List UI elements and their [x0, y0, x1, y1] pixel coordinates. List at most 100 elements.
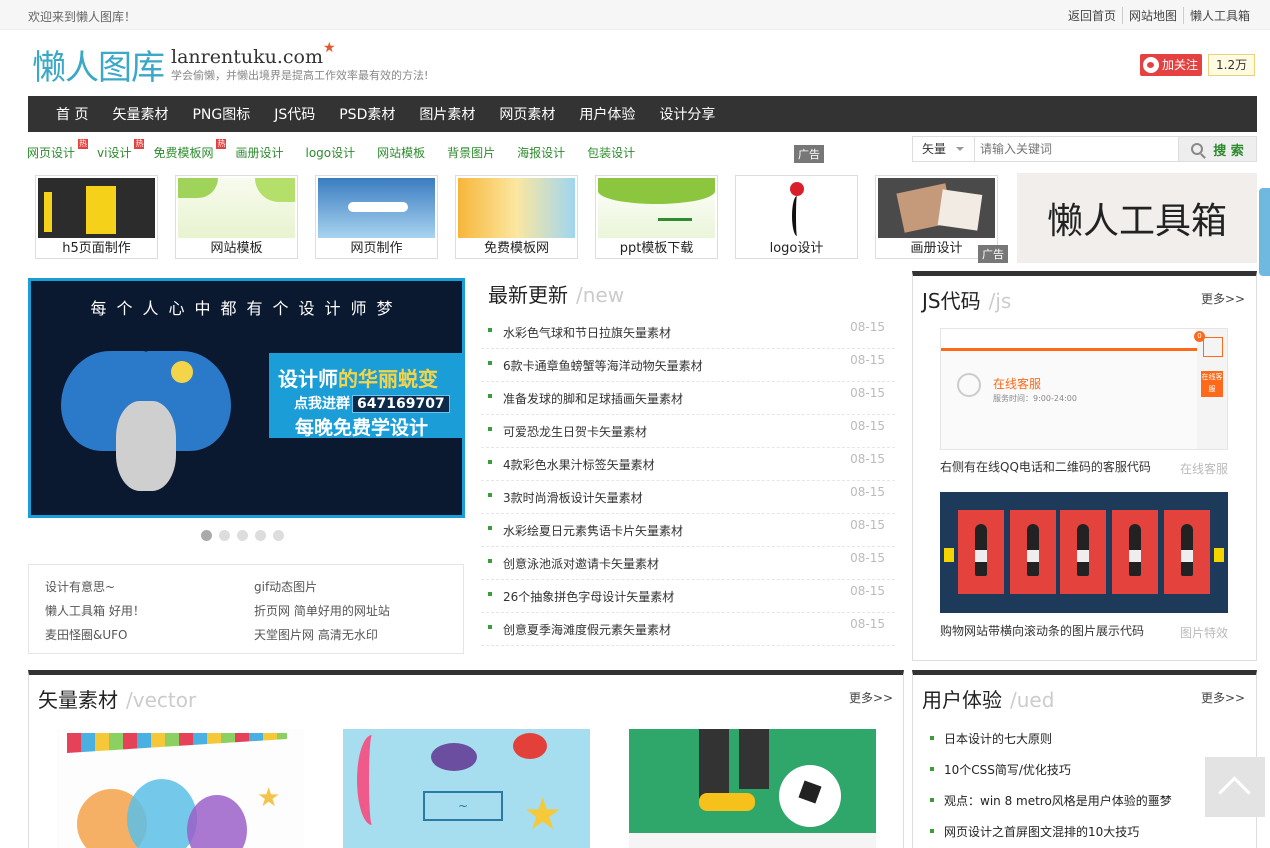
hot-link[interactable]: 海报设计 [517, 144, 565, 161]
list-item-date: 08-15 [850, 551, 885, 565]
list-item-title: 观点：win 8 metro风格是用户体验的噩梦 [944, 794, 1172, 808]
top-link-home[interactable]: 返回首页 [1062, 7, 1122, 24]
thumb-item[interactable]: ppt模板下载 [595, 175, 718, 259]
nav-item-vector[interactable]: 矢量素材 [112, 104, 168, 124]
list-item[interactable]: 创意泳池派对邀请卡矢量素材 08-15 [481, 547, 895, 580]
slider-dot[interactable] [219, 530, 230, 541]
nav-item-share[interactable]: 设计分享 [659, 104, 715, 124]
js-item-caption[interactable]: 购物网站带横向滚动条的图片展示代码 [940, 622, 1144, 639]
hot-link[interactable]: vi设计热 [97, 139, 145, 161]
js-more-link[interactable]: 更多>> [1201, 290, 1245, 307]
cart-badge: 0 [1194, 331, 1205, 342]
thumb-caption: 免费模板网 [483, 241, 549, 256]
js-item-tag[interactable]: 在线客服 [1180, 460, 1228, 477]
side-float-tab[interactable] [1259, 188, 1270, 276]
vector-thumb-balloons[interactable]: ★ [57, 729, 304, 848]
js-demo-image-wine[interactable] [940, 492, 1228, 613]
slider-title-em: 的华丽蜕变 [338, 367, 438, 391]
hot-link[interactable]: 包装设计 [587, 144, 635, 161]
list-item[interactable]: 可爱恐龙生日贺卡矢量素材 08-15 [481, 415, 895, 448]
featured-thumbs: h5页面制作 网站模板 网页制作 免费模板网 ppt模板下载 logo设计 画册… [35, 175, 1015, 259]
hot-link[interactable]: 网页设计热 [27, 139, 89, 161]
thumb-item[interactable]: h5页面制作 [35, 175, 158, 259]
hot-link[interactable]: 背景图片 [447, 144, 495, 161]
site-slogan: 学会偷懒，并懒出境界是提高工作效率最有效的方法! [171, 69, 429, 82]
friend-link[interactable]: 懒人工具箱 好用！ [45, 602, 145, 619]
nav-item-web[interactable]: 网页素材 [499, 104, 555, 124]
vector-more-link[interactable]: 更多>> [849, 689, 893, 706]
hot-link-label: 免费模板网 [153, 146, 214, 160]
list-item[interactable]: 水彩色气球和节日拉旗矢量素材 08-15 [481, 316, 895, 349]
ued-title-text: 用户体验 [922, 688, 1002, 712]
search-button[interactable]: 搜 索 [1178, 137, 1256, 161]
search-type-select[interactable]: 矢量 [913, 137, 975, 161]
back-to-top-button[interactable] [1205, 757, 1265, 817]
list-item[interactable]: 准备发球的脚和足球插画矢量素材 08-15 [481, 382, 895, 415]
thumb-item[interactable]: 网页制作 [315, 175, 438, 259]
slider-dot[interactable] [237, 530, 248, 541]
thumb-item[interactable]: 免费模板网 [455, 175, 578, 259]
toolbox-banner[interactable]: 懒人工具箱 [1017, 173, 1257, 263]
list-item[interactable]: 10个CSS简写/优化技巧 [930, 761, 1071, 778]
list-item[interactable]: 水彩绘夏日元素隽语卡片矢量素材 08-15 [481, 514, 895, 547]
search-input[interactable] [975, 138, 1178, 160]
hot-link[interactable]: logo设计 [305, 144, 355, 161]
site-logo[interactable]: 懒人图库 [32, 40, 165, 89]
demo-kefu-title: 在线客服 [993, 377, 1042, 391]
ued-more-link[interactable]: 更多>> [1201, 689, 1245, 706]
bullet-icon [488, 625, 492, 629]
list-item[interactable]: 6款卡通章鱼螃蟹等海洋动物矢量素材 08-15 [481, 349, 895, 382]
ad-tag: 广告 [978, 245, 1008, 263]
weibo-follow-button[interactable]: 加关注 [1140, 54, 1203, 76]
vector-title: 矢量素材/vector [38, 684, 196, 713]
weibo-follower-count: 1.2万 [1208, 54, 1256, 76]
friend-link[interactable]: gif动态图片 [254, 578, 317, 595]
top-link-toolbox[interactable]: 懒人工具箱 [1182, 7, 1256, 24]
hot-link[interactable]: 网站模板 [377, 144, 425, 161]
list-item-title: 水彩色气球和节日拉旗矢量素材 [503, 326, 672, 340]
hero-slider[interactable]: 每个人心中都有个设计师梦 设计师的华丽蜕变 点我进群 647169707 每晚免费… [28, 278, 465, 518]
vector-thumb-football[interactable] [629, 729, 876, 848]
list-item[interactable]: 4款彩色水果汁标签矢量素材 08-15 [481, 448, 895, 481]
top-link-sitemap[interactable]: 网站地图 [1121, 7, 1183, 24]
nav-item-psd[interactable]: PSD素材 [339, 104, 395, 124]
nav-item-png[interactable]: PNG图标 [192, 104, 250, 124]
list-item[interactable]: 3款时尚滑板设计矢量素材 08-15 [481, 481, 895, 514]
slider-dot[interactable] [273, 530, 284, 541]
js-item-caption[interactable]: 右侧有在线QQ电话和二维码的客服代码 [940, 458, 1151, 475]
cart-icon [1203, 337, 1223, 357]
slider-title: 设计师的华丽蜕变 [278, 363, 438, 392]
hot-link[interactable]: 免费模板网热 [153, 139, 227, 161]
butterfly-illustration [61, 341, 241, 511]
thumb-caption: logo设计 [769, 241, 824, 256]
list-item[interactable]: 观点：win 8 metro风格是用户体验的噩梦 [930, 792, 1172, 809]
list-item[interactable]: 日本设计的七大原则 [930, 730, 1052, 747]
weibo-icon [1143, 57, 1159, 73]
thumb-item[interactable]: 网站模板 [175, 175, 298, 259]
friend-link[interactable]: 天堂图片网 高清无水印 [254, 626, 378, 643]
main-nav: 首 页 矢量素材 PNG图标 JS代码 PSD素材 图片素材 网页素材 用户体验… [28, 96, 1257, 132]
thumb-image [458, 178, 575, 238]
list-item[interactable]: 网页设计之首屏图文混排的10大技巧 [930, 823, 1139, 840]
thumb-caption: h5页面制作 [62, 241, 131, 256]
vector-thumb-sea[interactable]: ~ ★ [343, 729, 590, 848]
slider-headline: 每个人心中都有个设计师梦 [90, 299, 403, 318]
nav-item-js[interactable]: JS代码 [274, 104, 315, 124]
js-item-tag[interactable]: 图片特效 [1180, 624, 1228, 641]
slider-dot[interactable] [255, 530, 266, 541]
list-item[interactable]: 26个抽象拼色字母设计矢量素材 08-15 [481, 580, 895, 613]
latest-title-text: 最新更新 [488, 283, 568, 307]
list-item[interactable]: 创意夏季海滩度假元素矢量素材 08-15 [481, 613, 895, 646]
nav-item-images[interactable]: 图片素材 [419, 104, 475, 124]
js-demo-image-kefu[interactable]: 在线客服 服务时间：9:00-24:00 0 在线客服 [940, 328, 1228, 450]
arrow-left-icon[interactable] [944, 548, 954, 562]
nav-item-home[interactable]: 首 页 [56, 104, 88, 124]
thumb-item[interactable]: logo设计 [735, 175, 858, 259]
friend-link[interactable]: 折页网 简单好用的网址站 [254, 602, 390, 619]
friend-link[interactable]: 设计有意思~ [45, 578, 115, 595]
hot-link[interactable]: 画册设计 [235, 144, 283, 161]
nav-item-ued[interactable]: 用户体验 [579, 104, 635, 124]
friend-link[interactable]: 麦田怪圈&UFO [45, 626, 128, 643]
slider-dot[interactable] [201, 530, 212, 541]
arrow-right-icon[interactable] [1214, 548, 1224, 562]
